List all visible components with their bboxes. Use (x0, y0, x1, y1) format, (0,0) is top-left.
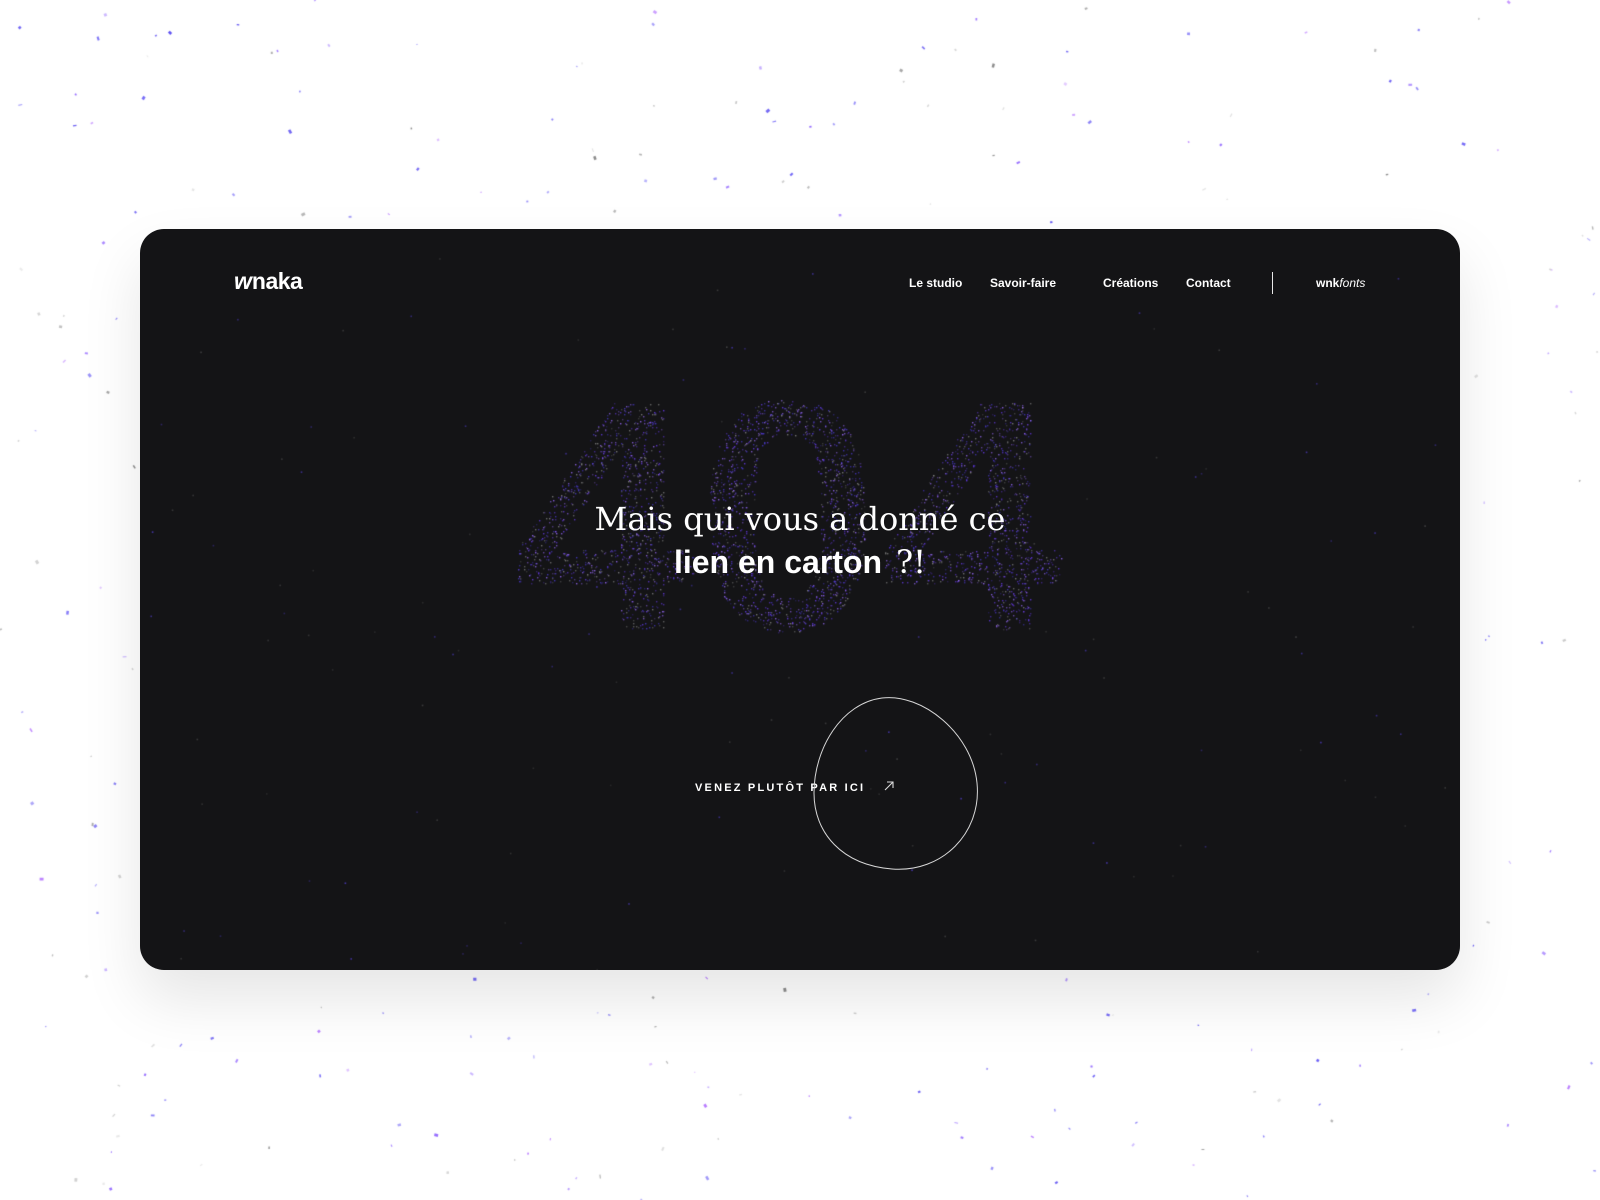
nav-contact[interactable]: Contact (1186, 277, 1231, 289)
cta-link[interactable]: VENEZ PLUTÔT PAR ICI (695, 783, 865, 794)
error-headline: Mais qui vous a donné ce lien en carton?… (140, 499, 1460, 590)
nav-divider (1272, 272, 1273, 294)
headline-punctuation: ?! (896, 543, 927, 581)
fonts-link-italic: fonts (1339, 276, 1366, 290)
headline-line-2: lien en carton?! (140, 541, 1460, 590)
headline-line-1: Mais qui vous a donné ce (594, 500, 1006, 538)
main-nav: Le studio Savoir-faire Créations Contact (140, 277, 1460, 297)
arrow-up-right-icon[interactable] (882, 779, 896, 793)
browser-window: wnaka Le studio Savoir-faire Créations C… (140, 229, 1460, 970)
wnk-fonts-link[interactable]: wnkfonts (1316, 277, 1365, 289)
nav-le-studio[interactable]: Le studio (909, 277, 962, 289)
fonts-link-bold: wnk (1316, 276, 1340, 290)
nav-creations[interactable]: Créations (1103, 277, 1158, 289)
headline-bold-text: lien en carton (673, 544, 883, 580)
404-particle-art (140, 229, 1460, 970)
nav-savoir-faire[interactable]: Savoir-faire (990, 277, 1056, 289)
